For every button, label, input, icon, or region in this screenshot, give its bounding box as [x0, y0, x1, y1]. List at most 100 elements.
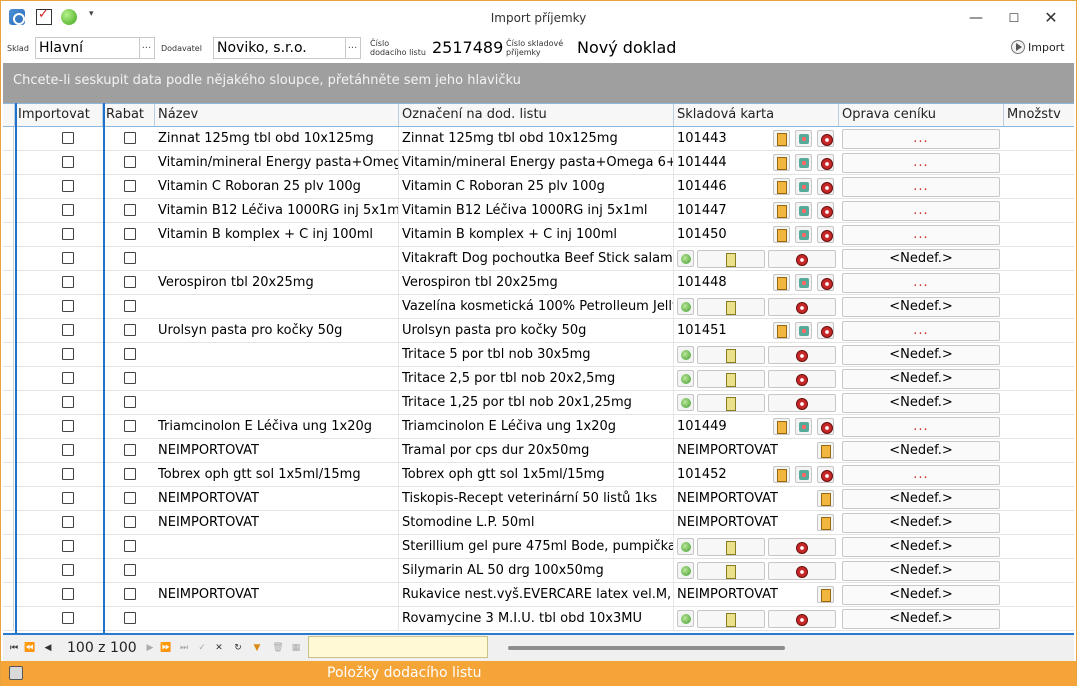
rabat-checkbox[interactable]: [124, 300, 136, 312]
import-checkbox[interactable]: [62, 276, 74, 288]
skladova-karta-cell[interactable]: 101444: [674, 151, 769, 174]
rabat-checkbox[interactable]: [124, 228, 136, 240]
row-selector[interactable]: [3, 559, 14, 582]
rabat-checkbox[interactable]: [124, 156, 136, 168]
column-header-nazev[interactable]: Název: [155, 104, 399, 126]
oprava-ceniku-button[interactable]: <Nedef.>: [842, 585, 1000, 605]
table-row[interactable]: NEIMPORTOVAT Tiskopis-Recept veterinární …: [3, 487, 1074, 511]
mnozstvi-cell[interactable]: [1004, 343, 1074, 366]
add-to-card-icon[interactable]: [795, 322, 812, 339]
nazev-cell[interactable]: NEIMPORTOVAT: [155, 583, 399, 606]
import-checkbox[interactable]: [62, 516, 74, 528]
mnozstvi-cell[interactable]: [1004, 487, 1074, 510]
rabat-checkbox[interactable]: [124, 396, 136, 408]
oznaceni-cell[interactable]: Tramal por cps dur 20x50mg: [399, 439, 674, 462]
rabat-checkbox[interactable]: [124, 348, 136, 360]
import-checkbox[interactable]: [62, 348, 74, 360]
row-selector[interactable]: [3, 151, 14, 174]
filter-box[interactable]: [308, 636, 488, 658]
nazev-cell[interactable]: Vitamin B12 Léčiva 1000RG inj 5x1ml: [155, 199, 399, 222]
nazev-cell[interactable]: [155, 559, 399, 582]
remove-card-icon[interactable]: [817, 202, 834, 219]
nazev-cell[interactable]: Vitamin B komplex + C inj 100ml: [155, 223, 399, 246]
import-checkbox[interactable]: [62, 444, 74, 456]
create-card-icon[interactable]: [677, 538, 694, 555]
oprava-ceniku-button[interactable]: ...: [842, 153, 1000, 173]
edit-card-icon[interactable]: [773, 322, 790, 339]
nazev-cell[interactable]: [155, 535, 399, 558]
nazev-cell[interactable]: [155, 391, 399, 414]
edit-card-icon[interactable]: [817, 514, 834, 531]
assign-card-button[interactable]: [697, 562, 765, 580]
table-row[interactable]: Vitakraft Dog pochoutka Beef Stick salam…: [3, 247, 1074, 271]
rabat-checkbox[interactable]: [124, 252, 136, 264]
ignore-card-button[interactable]: [768, 610, 836, 628]
skladova-karta-cell[interactable]: 101452: [674, 463, 769, 486]
clear-filter-icon[interactable]: 🗑: [271, 641, 285, 655]
table-row[interactable]: Verospiron tbl 20x25mg Verospiron tbl 20x…: [3, 271, 1074, 295]
oznaceni-cell[interactable]: Vitamin B komplex + C inj 100ml: [399, 223, 674, 246]
import-checkbox[interactable]: [62, 156, 74, 168]
mnozstvi-cell[interactable]: [1004, 151, 1074, 174]
oprava-ceniku-button[interactable]: ...: [842, 129, 1000, 149]
row-selector[interactable]: [3, 487, 14, 510]
mnozstvi-cell[interactable]: [1004, 199, 1074, 222]
oznaceni-cell[interactable]: Vitakraft Dog pochoutka Beef Stick salam: [399, 247, 674, 270]
table-row[interactable]: Vitamin/mineral Energy pasta+Omega 6+Vit…: [3, 151, 1074, 175]
add-to-card-icon[interactable]: [795, 274, 812, 291]
panel-icon[interactable]: [9, 666, 23, 680]
mnozstvi-cell[interactable]: [1004, 247, 1074, 270]
mnozstvi-cell[interactable]: [1004, 559, 1074, 582]
sklad-ellipsis-button[interactable]: ...: [139, 38, 153, 58]
mnozstvi-cell[interactable]: [1004, 391, 1074, 414]
skladova-karta-cell[interactable]: NEIMPORTOVAT: [674, 583, 814, 606]
row-selector[interactable]: [3, 367, 14, 390]
mnozstvi-cell[interactable]: [1004, 175, 1074, 198]
oznaceni-cell[interactable]: Tobrex oph gtt sol 1x5ml/15mg: [399, 463, 674, 486]
rabat-checkbox[interactable]: [124, 180, 136, 192]
row-selector[interactable]: [3, 271, 14, 294]
apply-button[interactable]: ✓: [195, 641, 209, 655]
mnozstvi-cell[interactable]: [1004, 271, 1074, 294]
rabat-checkbox[interactable]: [124, 612, 136, 624]
mnozstvi-cell[interactable]: [1004, 367, 1074, 390]
table-row[interactable]: NEIMPORTOVAT Stomodine L.P. 50ml NEIMPORTO…: [3, 511, 1074, 535]
next-record-button[interactable]: ▶: [143, 641, 157, 655]
oznaceni-cell[interactable]: Silymarin AL 50 drg 100x50mg: [399, 559, 674, 582]
add-to-card-icon[interactable]: [795, 466, 812, 483]
oprava-ceniku-button[interactable]: <Nedef.>: [842, 609, 1000, 629]
nazev-cell[interactable]: [155, 247, 399, 270]
edit-card-icon[interactable]: [817, 586, 834, 603]
row-selector[interactable]: [3, 199, 14, 222]
oprava-ceniku-button[interactable]: <Nedef.>: [842, 489, 1000, 509]
row-selector[interactable]: [3, 607, 14, 630]
table-row[interactable]: Rovamycine 3 M.I.U. tbl obd 10x3MU <Nedef…: [3, 607, 1074, 631]
mnozstvi-cell[interactable]: [1004, 127, 1074, 150]
table-row[interactable]: Silymarin AL 50 drg 100x50mg <Nedef.>: [3, 559, 1074, 583]
remove-card-icon[interactable]: [817, 178, 834, 195]
nazev-cell[interactable]: Urolsyn pasta pro kočky 50g: [155, 319, 399, 342]
oprava-ceniku-button[interactable]: ...: [842, 177, 1000, 197]
first-record-button[interactable]: ⏮: [7, 641, 21, 655]
skladova-karta-cell[interactable]: NEIMPORTOVAT: [674, 439, 814, 462]
assign-card-button[interactable]: [697, 610, 765, 628]
oprava-ceniku-button[interactable]: ...: [842, 417, 1000, 437]
row-selector[interactable]: [3, 439, 14, 462]
create-card-icon[interactable]: [677, 298, 694, 315]
oznaceni-cell[interactable]: Tritace 2,5 por tbl nob 20x2,5mg: [399, 367, 674, 390]
row-selector-header[interactable]: [3, 104, 15, 126]
assign-card-button[interactable]: [697, 394, 765, 412]
row-selector[interactable]: [3, 127, 14, 150]
nazev-cell[interactable]: NEIMPORTOVAT: [155, 487, 399, 510]
oprava-ceniku-button[interactable]: <Nedef.>: [842, 249, 1000, 269]
ignore-card-button[interactable]: [768, 250, 836, 268]
oprava-ceniku-button[interactable]: ...: [842, 465, 1000, 485]
mnozstvi-cell[interactable]: [1004, 463, 1074, 486]
import-checkbox[interactable]: [62, 588, 74, 600]
import-checkbox[interactable]: [62, 420, 74, 432]
ignore-card-button[interactable]: [768, 346, 836, 364]
oprava-ceniku-button[interactable]: <Nedef.>: [842, 537, 1000, 557]
row-selector[interactable]: [3, 583, 14, 606]
ignore-card-button[interactable]: [768, 394, 836, 412]
oznaceni-cell[interactable]: Rovamycine 3 M.I.U. tbl obd 10x3MU: [399, 607, 674, 630]
